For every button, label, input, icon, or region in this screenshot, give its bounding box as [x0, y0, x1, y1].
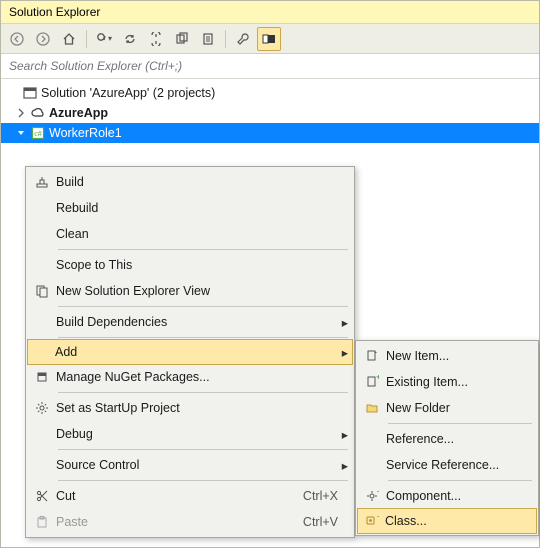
solution-icon: [23, 86, 37, 100]
project-node-workerrole1[interactable]: c# WorkerRole1: [1, 123, 539, 143]
show-all-files-button[interactable]: [170, 27, 194, 51]
preview-icon: [262, 34, 276, 44]
collapse-icon: [149, 32, 163, 46]
dropdown-arrow-icon: ▾: [108, 34, 112, 43]
toolbar-separator: [225, 30, 226, 48]
project-node-azureapp[interactable]: AzureApp: [1, 103, 539, 123]
menu-separator: [58, 449, 348, 450]
gear-icon: [28, 401, 56, 415]
sync-icon: [123, 32, 137, 46]
menu-item-clean[interactable]: Clean: [28, 221, 352, 247]
menu-item-build-deps[interactable]: Build Dependencies ▸: [28, 309, 352, 335]
menu-item-rebuild[interactable]: Rebuild: [28, 195, 352, 221]
component-icon: +: [358, 489, 386, 503]
nuget-icon: [28, 370, 56, 384]
new-view-icon: [28, 284, 56, 298]
scissors-icon: [28, 489, 56, 503]
home-icon: [62, 32, 76, 46]
menu-item-debug[interactable]: Debug ▸: [28, 421, 352, 447]
search-row: [1, 54, 539, 79]
menu-separator: [58, 392, 348, 393]
shortcut-label: Ctrl+X: [303, 489, 338, 503]
context-menu: Build Rebuild Clean Scope to This New So…: [25, 166, 355, 538]
class-icon: +: [358, 514, 385, 528]
menu-item-scope[interactable]: Scope to This: [28, 252, 352, 278]
submenu-arrow-icon: ▸: [342, 458, 348, 473]
files-icon: [175, 32, 189, 46]
menu-item-source-control[interactable]: Source Control ▸: [28, 452, 352, 478]
svg-text:+: +: [377, 489, 379, 496]
panel-title: Solution Explorer: [9, 5, 100, 19]
submenu-arrow-icon: ▸: [342, 345, 348, 360]
menu-item-startup[interactable]: Set as StartUp Project: [28, 395, 352, 421]
clipboard-icon: [28, 515, 56, 529]
context-submenu-add: New Item... + Existing Item... New Folde…: [355, 340, 539, 536]
menu-item-add[interactable]: Add ▸: [27, 339, 353, 365]
submenu-item-reference[interactable]: Reference...: [358, 426, 536, 452]
submenu-item-class[interactable]: + Class...: [357, 508, 537, 534]
sync-button[interactable]: [118, 27, 142, 51]
project-label: WorkerRole1: [49, 126, 122, 140]
menu-separator: [388, 423, 532, 424]
toolbar: ▾: [1, 24, 539, 54]
menu-separator: [58, 306, 348, 307]
wrench-icon: [236, 32, 250, 46]
nav-back-button[interactable]: [5, 27, 29, 51]
solution-node[interactable]: Solution 'AzureApp' (2 projects): [1, 83, 539, 103]
view-code-button[interactable]: [196, 27, 220, 51]
menu-separator: [58, 249, 348, 250]
menu-separator: [58, 480, 348, 481]
menu-item-new-view[interactable]: New Solution Explorer View: [28, 278, 352, 304]
panel-title-bar: Solution Explorer: [1, 1, 539, 24]
menu-item-nuget[interactable]: Manage NuGet Packages...: [28, 364, 352, 390]
folder-icon: [358, 401, 386, 415]
menu-separator: [58, 337, 348, 338]
expander-expanded-icon[interactable]: [15, 127, 27, 139]
submenu-item-component[interactable]: + Component...: [358, 483, 536, 509]
collapse-all-button[interactable]: [144, 27, 168, 51]
toolbar-separator: [86, 30, 87, 48]
properties-button[interactable]: [231, 27, 255, 51]
new-item-icon: [358, 349, 386, 363]
pending-changes-button[interactable]: ▾: [92, 27, 116, 51]
shortcut-label: Ctrl+V: [303, 515, 338, 529]
svg-text:+: +: [377, 514, 379, 521]
nav-forward-button[interactable]: [31, 27, 55, 51]
project-label: AzureApp: [49, 106, 108, 120]
arrow-left-circle-icon: [10, 32, 24, 46]
menu-item-paste: Paste Ctrl+V: [28, 509, 352, 535]
submenu-item-service-reference[interactable]: Service Reference...: [358, 452, 536, 478]
existing-item-icon: +: [358, 375, 386, 389]
submenu-item-new-item[interactable]: New Item...: [358, 343, 536, 369]
cloud-icon: [31, 106, 45, 120]
document-icon: [201, 32, 215, 46]
menu-separator: [388, 480, 532, 481]
submenu-arrow-icon: ▸: [342, 315, 348, 330]
build-icon: [28, 175, 56, 189]
search-input[interactable]: [7, 58, 533, 74]
menu-item-cut[interactable]: Cut Ctrl+X: [28, 483, 352, 509]
menu-item-build[interactable]: Build: [28, 169, 352, 195]
home-button[interactable]: [57, 27, 81, 51]
submenu-arrow-icon: ▸: [342, 427, 348, 442]
solution-explorer-panel: Solution Explorer ▾: [0, 0, 540, 548]
solution-label: Solution 'AzureApp' (2 projects): [41, 86, 215, 100]
svg-text:c#: c#: [34, 129, 42, 138]
submenu-item-new-folder[interactable]: New Folder: [358, 395, 536, 421]
expander-collapsed-icon[interactable]: [15, 107, 27, 119]
expander-placeholder: [7, 87, 19, 99]
svg-text:+: +: [376, 375, 379, 382]
arrow-right-circle-icon: [36, 32, 50, 46]
csharp-project-icon: c#: [31, 126, 45, 140]
preview-selected-button[interactable]: [257, 27, 281, 51]
solution-tree: Solution 'AzureApp' (2 projects) AzureAp…: [1, 79, 539, 147]
submenu-item-existing-item[interactable]: + Existing Item...: [358, 369, 536, 395]
